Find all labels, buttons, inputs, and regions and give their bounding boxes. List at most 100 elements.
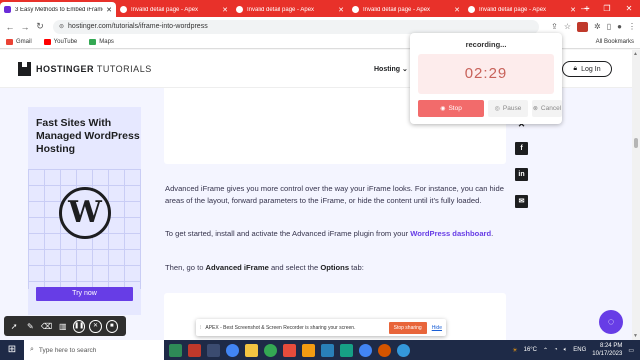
tab-apex-2[interactable]: Invalid detail page - Apex ✕: [232, 2, 348, 17]
maximize-icon[interactable]: ❐: [596, 0, 618, 17]
share-icon[interactable]: ⇪: [551, 22, 558, 31]
minimize-icon[interactable]: —: [574, 0, 596, 17]
page-scrollbar[interactable]: ▲ ▼: [632, 50, 640, 340]
file-explorer-icon[interactable]: [245, 343, 258, 357]
login-label: Log In: [581, 65, 601, 73]
bookmark-maps[interactable]: Maps: [89, 39, 114, 45]
linkedin-icon[interactable]: in: [515, 168, 528, 181]
chat-icon: ◌: [607, 316, 615, 328]
stop-sharing-button[interactable]: Stop sharing: [388, 321, 427, 334]
scroll-up-icon[interactable]: ▲: [633, 51, 638, 57]
chrome-icon[interactable]: [226, 343, 239, 357]
lock-icon: 🔒︎: [573, 65, 578, 72]
app-icon[interactable]: [302, 343, 315, 357]
cancel-recording-button[interactable]: ⊗ Cancel: [532, 100, 562, 117]
ad-banner[interactable]: Fast Sites With Managed WordPress Hostin…: [28, 107, 141, 315]
tab-apex-1[interactable]: Invalid detail page - Apex ✕: [116, 2, 232, 17]
paragraph-intro: Advanced iFrame gives you more control o…: [165, 184, 504, 206]
scrollbar-thumb[interactable]: [634, 138, 638, 148]
network-icon[interactable]: ◔: [554, 347, 558, 353]
back-icon[interactable]: ←: [4, 22, 16, 32]
close-tab-icon[interactable]: ✕: [338, 6, 344, 14]
wordpress-dashboard-link[interactable]: WordPress dashboard: [410, 229, 491, 238]
close-tab-icon[interactable]: ✕: [454, 6, 460, 14]
bookmark-label: Gmail: [16, 39, 32, 45]
bookmark-star-icon[interactable]: ☆: [564, 22, 571, 31]
close-tab-icon[interactable]: ✕: [222, 6, 228, 14]
chrome-icon[interactable]: [264, 343, 277, 357]
pause-recording-button[interactable]: ◎ Pause: [488, 100, 528, 117]
tab-title: Invalid detail page - Apex: [363, 6, 431, 13]
menu-icon[interactable]: ⋮: [628, 22, 636, 31]
windows-start-icon[interactable]: ⊞: [0, 340, 24, 360]
brush-icon[interactable]: ▥: [57, 320, 69, 333]
tab-apex-4[interactable]: Invalid detail page - Apex ✕: [464, 2, 580, 17]
stop-label: Stop: [448, 105, 462, 112]
volume-icon[interactable]: 🔈︎: [564, 347, 568, 354]
clock[interactable]: 8:24 PM 10/17/2023: [592, 342, 622, 358]
stop-icon: ◉: [440, 106, 446, 112]
chrome-icon[interactable]: [359, 343, 372, 357]
app-icon[interactable]: [283, 343, 296, 357]
bookmark-youtube[interactable]: YouTube: [43, 39, 77, 45]
cursor-icon[interactable]: ➚: [8, 320, 20, 333]
all-bookmarks-button[interactable]: All Bookmarks: [596, 39, 634, 45]
sidepanel-icon[interactable]: ▯: [607, 22, 611, 31]
scroll-down-icon[interactable]: ▼: [633, 333, 638, 339]
taskbar-search-input[interactable]: ⌕ Type here to search: [24, 340, 164, 360]
try-now-button[interactable]: Try now: [36, 287, 133, 301]
pen-icon[interactable]: ✎: [24, 320, 36, 333]
hosting-menu[interactable]: Hosting ⌄: [374, 65, 408, 73]
system-tray: ☀ 16°C ⌃ ◔ 🔈︎ ENG 8:24 PM 10/17/2023 ▭: [512, 340, 640, 360]
task-view-icon[interactable]: [207, 343, 220, 357]
hostinger-logo[interactable]: HOSTINGER TUTORIALS: [18, 62, 152, 76]
pause-icon: ◎: [494, 106, 500, 112]
bold-text: Options: [320, 263, 350, 272]
pause-icon[interactable]: ❚❚: [72, 319, 86, 333]
app-icon[interactable]: [321, 343, 334, 357]
close-tab-icon[interactable]: ✕: [106, 6, 112, 14]
window-controls: — ❐ ✕: [574, 0, 640, 17]
apex-favicon-icon: [468, 6, 475, 13]
forward-icon[interactable]: →: [19, 22, 31, 32]
login-button[interactable]: 🔒︎ Log In: [562, 61, 612, 77]
search-icon: ⌕: [30, 346, 34, 353]
close-window-icon[interactable]: ✕: [618, 0, 640, 17]
maps-icon: [89, 39, 97, 45]
sharing-message: APEX - Best Screenshot & Screen Recorder…: [205, 324, 356, 331]
extensions-icon[interactable]: ✲: [594, 22, 601, 31]
chevron-down-icon: ⌄: [402, 66, 408, 73]
notifications-icon[interactable]: ▭: [628, 347, 634, 354]
chat-button[interactable]: ◌: [599, 310, 623, 334]
temperature[interactable]: 16°C: [524, 347, 537, 353]
apex-extension-icon[interactable]: [577, 21, 589, 32]
email-icon[interactable]: ✉: [515, 195, 528, 208]
hide-sharing-link[interactable]: Hide: [432, 325, 442, 331]
site-info-icon[interactable]: ⊜: [59, 23, 64, 30]
text: Then, go to: [165, 263, 206, 272]
drag-handle-icon[interactable]: ⁞: [200, 325, 201, 331]
tab-apex-3[interactable]: Invalid detail page - Apex ✕: [348, 2, 464, 17]
weather-icon[interactable]: ☀: [512, 347, 517, 354]
profile-icon[interactable]: ●: [617, 22, 622, 31]
close-icon[interactable]: ✕: [89, 319, 102, 333]
bookmark-gmail[interactable]: Gmail: [6, 39, 32, 45]
language-indicator[interactable]: ENG: [573, 347, 586, 353]
app-icon[interactable]: [397, 343, 410, 357]
tray-overflow-icon[interactable]: ⌃: [543, 347, 548, 354]
reload-icon[interactable]: ↻: [34, 21, 46, 32]
app-icon[interactable]: [378, 343, 391, 357]
app-icon[interactable]: [188, 343, 201, 357]
stop-icon[interactable]: ■: [105, 319, 119, 333]
recording-status: recording...: [465, 40, 507, 49]
tab-iframe-article[interactable]: 3 Easy Methods to Embed iFrame ✕: [0, 2, 116, 17]
app-icon[interactable]: [169, 343, 182, 357]
text: To get started, install and activate the…: [165, 229, 411, 238]
apex-favicon-icon: [352, 6, 359, 13]
facebook-icon[interactable]: f: [515, 142, 528, 155]
eraser-icon[interactable]: ⌫: [40, 320, 52, 333]
stop-recording-button[interactable]: ◉ Stop: [418, 100, 484, 117]
url-input[interactable]: ⊜ hostinger.com/tutorials/iframe-into-wo…: [53, 19, 540, 34]
app-icon[interactable]: [340, 343, 353, 357]
logo-subtitle: TUTORIALS: [94, 64, 152, 74]
